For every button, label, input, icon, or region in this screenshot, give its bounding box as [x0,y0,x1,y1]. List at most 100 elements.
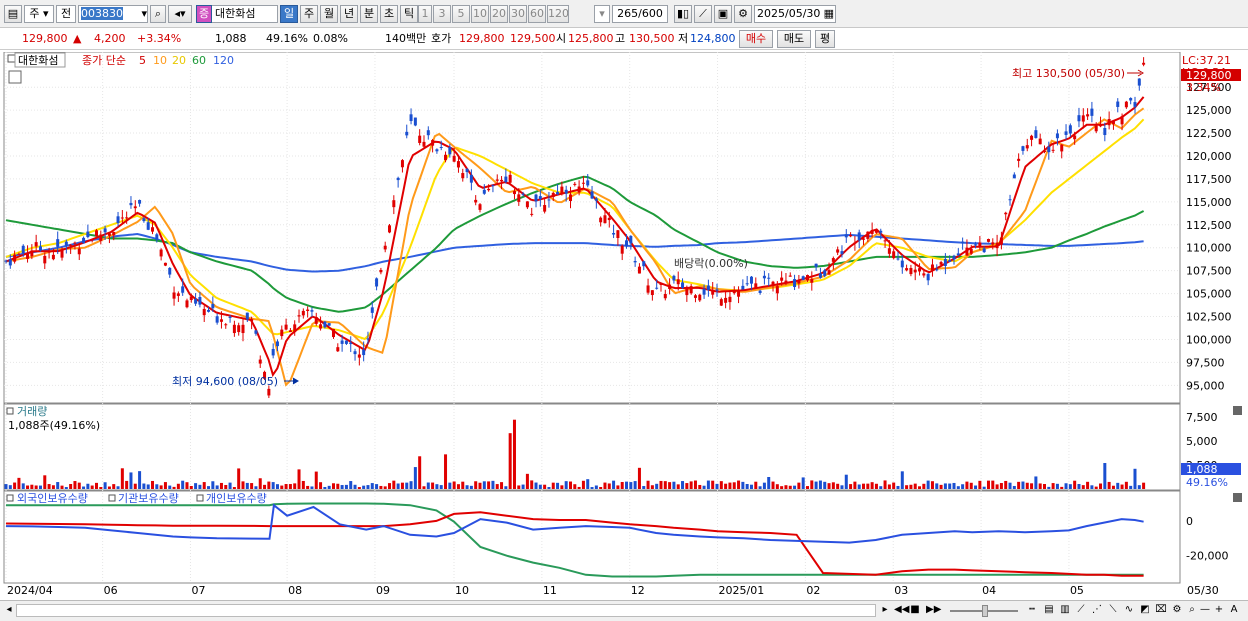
trend-tool-icon[interactable]: ⋰ [1090,604,1104,618]
tick-button-30[interactable]: 30 [509,5,527,23]
tick-dropdown-icon[interactable]: ▾ [594,5,610,23]
line-tool-icon[interactable]: ⟋ [1074,604,1088,618]
search-icon[interactable]: ⌕ [150,5,166,23]
fib-tool-icon[interactable]: ⟍ [1106,604,1120,618]
quote-bar: 129,800 ▲ 4,200 +3.34% 1,088 49.16% 0.08… [0,28,1248,50]
candle-body [956,253,960,256]
sound-icon[interactable]: ◂▾ [168,5,192,23]
menu-icon[interactable]: ▤ [4,5,22,23]
volume-bar [112,484,116,489]
holdings-close-icon[interactable] [1233,493,1242,502]
tick-button-60[interactable]: 60 [528,5,546,23]
compare-icon[interactable]: ▥ [1058,604,1072,618]
draw-icon[interactable]: ⟋ [694,5,712,23]
period-icon[interactable]: ┅ [1026,604,1038,618]
volume-close-icon[interactable] [1233,406,1242,415]
volume: 1,088 [215,32,247,45]
period-button-2[interactable]: 월 [320,5,338,23]
table-icon[interactable] [8,70,22,84]
price-axis-label: 125,000 [1186,104,1232,117]
candle-body [172,292,176,299]
chevron-down-icon[interactable]: ▾ [141,6,147,22]
tick-button-5[interactable]: 5 [452,5,470,23]
auto-scale-icon[interactable]: A [1228,604,1240,618]
sell-button[interactable]: 매도 [777,30,811,48]
candle-body [34,242,38,247]
candle-body [237,325,241,333]
candle-body [965,247,969,256]
channel-tool-icon[interactable]: ∿ [1122,604,1136,618]
candle-body [426,130,430,136]
volume-bar [159,485,163,489]
volume-bar [151,480,155,489]
zoom-in-icon[interactable]: + [1214,604,1224,618]
volume-bar [853,481,857,489]
holding-axis-label: -20,000 [1186,550,1228,563]
scroll-right-icon[interactable]: ▸ [880,604,890,618]
buy-button[interactable]: 매수 [739,30,773,48]
stock-chart[interactable]: 127,500125,000122,500120,000117,500115,0… [0,52,1248,600]
count-input[interactable]: 265/600 [612,5,668,23]
candle-icon[interactable]: ▮▯ [674,5,692,23]
avg-button[interactable]: 평 [815,30,835,48]
candle-body [625,240,629,247]
stop-icon[interactable]: ■ [910,604,920,618]
period-button-4[interactable]: 분 [360,5,378,23]
split-icon[interactable]: ▤ [1042,604,1056,618]
volume-bar [1081,485,1085,489]
tick-button-1[interactable]: 1 [418,5,432,23]
date-field[interactable]: 2025/05/30 ▦ [754,5,836,23]
prev-select[interactable]: 전 [56,5,76,23]
volume-bar [241,481,245,489]
volume-pct-tag: 49.16% [1186,476,1228,489]
candle-body [8,259,12,266]
period-button-1[interactable]: 주 [300,5,318,23]
chart-scrollbar[interactable]: ◂ ▸ ◀◀ ■ ▶▶ ┅ ▤ ▥ ⟋ ⋰ ⟍ ∿ ◩ ⌧ ⚙ ⌕ — + A [0,600,1248,621]
volume-bar [637,467,641,489]
candle-body [444,154,448,161]
tick-button-3[interactable]: 3 [433,5,451,23]
period-button-6[interactable]: 틱 [400,5,418,23]
volume-bar [935,483,939,489]
gear-icon[interactable]: ⚙ [734,5,752,23]
volume-bar [4,484,8,489]
shape-tool-icon[interactable]: ◩ [1138,604,1152,618]
legend-institution: 기관보유수량 [118,492,179,505]
volume-bar [435,484,439,489]
settings-tool-icon[interactable]: ⚙ [1170,604,1184,618]
candle-body [810,279,814,283]
zoom-handle[interactable] [982,605,988,617]
volume-bar [26,485,30,489]
volume-bar [685,483,689,489]
volume-bar [211,481,215,489]
candle-body [948,260,952,262]
volume-bar [107,486,111,489]
period-button-3[interactable]: 년 [340,5,358,23]
market-select[interactable]: 주 ▾ [24,5,54,23]
calendar-icon[interactable]: ▦ [824,6,835,22]
erase-tool-icon[interactable]: ⌧ [1154,604,1168,618]
candle-body [939,262,943,265]
candle-body [564,189,568,194]
tick-button-120[interactable]: 120 [547,5,569,23]
candle-body [862,238,866,240]
code-input[interactable]: 003830 ▾ [78,5,148,23]
period-button-5[interactable]: 초 [380,5,398,23]
tick-button-20[interactable]: 20 [490,5,508,23]
zoom-out-icon[interactable]: — [1200,604,1210,618]
legend-name: 대한화섬 [18,54,58,67]
scroll-track[interactable] [16,604,876,617]
save-icon[interactable]: ▣ [714,5,732,23]
volume-bar [224,484,228,489]
candle-body [474,199,478,203]
period-button-0[interactable]: 일 [280,5,298,23]
candle-body [383,245,387,250]
forward-icon[interactable]: ▶▶ [926,604,941,618]
tick-button-10[interactable]: 10 [471,5,489,23]
volume-bar [129,472,133,489]
rewind-icon[interactable]: ◀◀ [894,604,909,618]
scroll-left-icon[interactable]: ◂ [4,604,14,618]
candle-body [30,250,34,257]
zoom-icon[interactable]: ⌕ [1186,604,1198,618]
candle-body [77,248,81,255]
